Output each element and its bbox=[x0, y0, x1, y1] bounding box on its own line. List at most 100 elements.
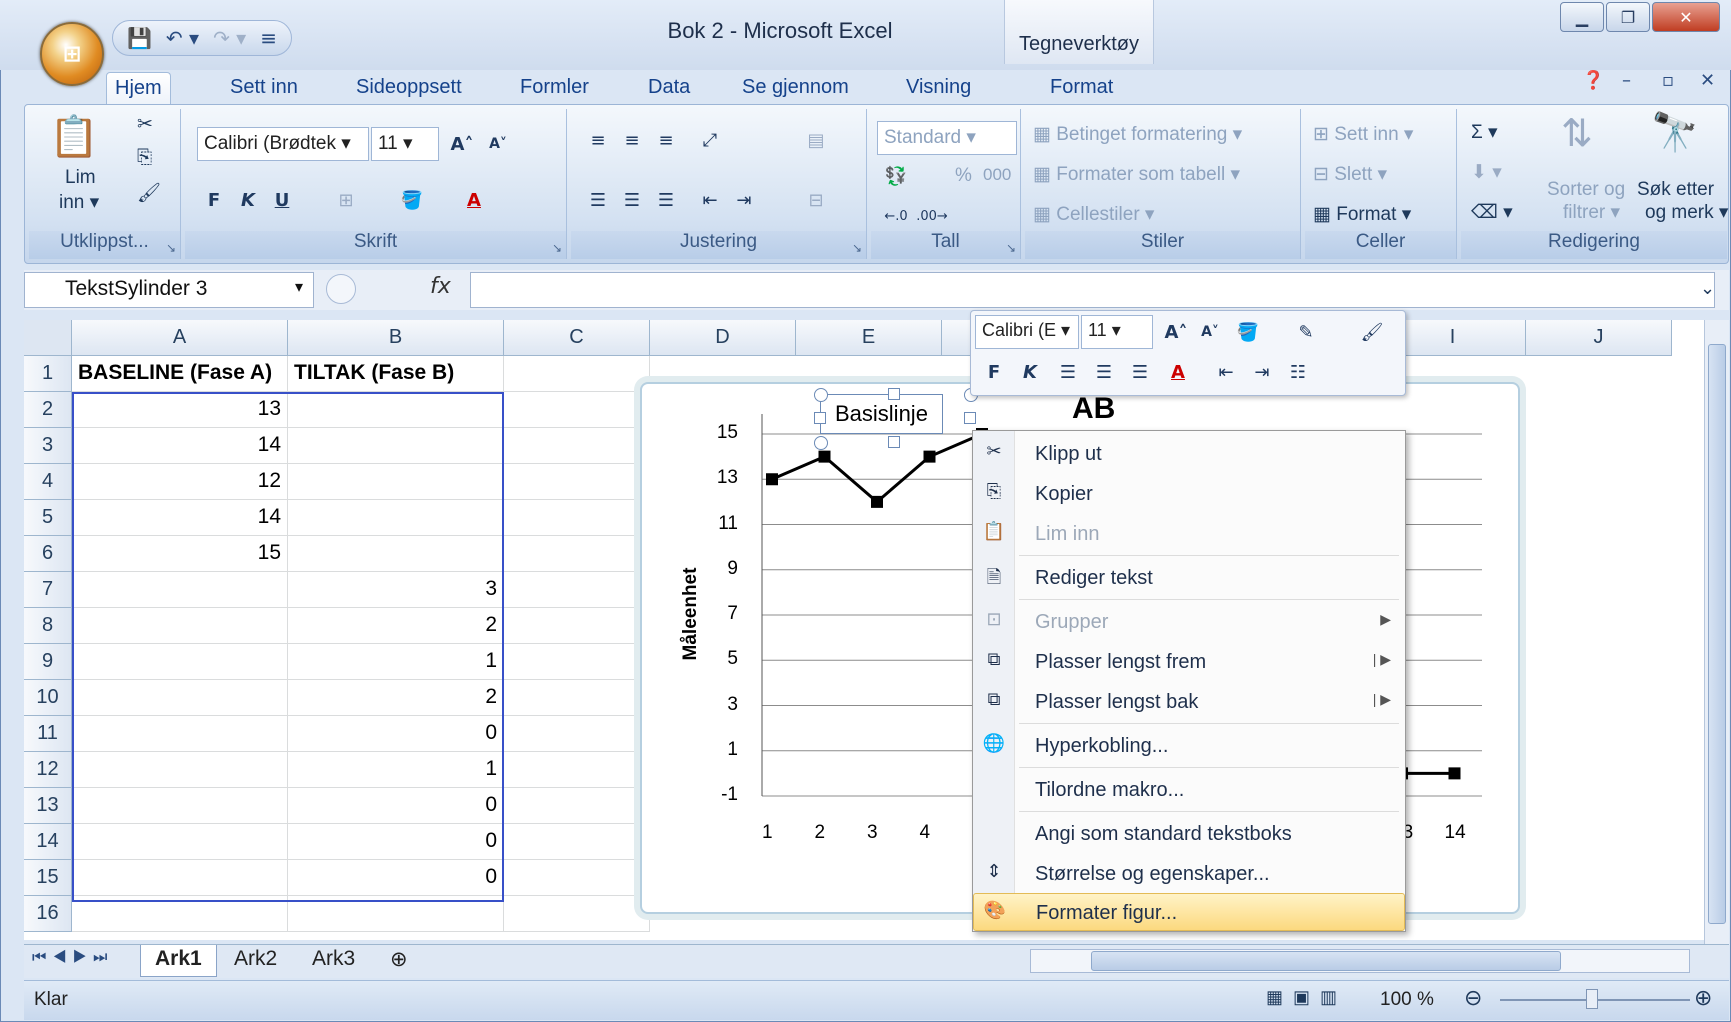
menu-item-assign-macro[interactable]: Tilordne makro... bbox=[973, 771, 1405, 809]
fill-color-icon[interactable]: 🪣 bbox=[397, 185, 427, 215]
column-header-c[interactable]: C bbox=[504, 320, 650, 356]
dialog-launcher-icon[interactable]: ↘ bbox=[166, 241, 176, 255]
insert-cells-button[interactable]: ⊞ Sett inn ▾ bbox=[1313, 123, 1413, 146]
mini-line-color-icon[interactable]: ✎ bbox=[1291, 317, 1321, 347]
percent-button[interactable]: % bbox=[955, 165, 972, 187]
tab-review[interactable]: Se gjennom bbox=[734, 72, 857, 104]
conditional-formatting-button[interactable]: ▦ Betinget formatering ▾ bbox=[1033, 123, 1242, 146]
mini-align-right-icon[interactable]: ☰ bbox=[1125, 357, 1155, 387]
cell-c5[interactable] bbox=[504, 500, 650, 536]
mini-align-center-icon[interactable]: ☰ bbox=[1089, 357, 1119, 387]
zoom-out-icon[interactable]: ⊖ bbox=[1464, 985, 1482, 1011]
find-select-label[interactable]: Søk etter bbox=[1637, 179, 1714, 201]
tab-home[interactable]: Hjem bbox=[106, 72, 171, 104]
clear-icon[interactable]: ⌫ ▾ bbox=[1471, 201, 1513, 224]
tab-view[interactable]: Visning bbox=[898, 72, 979, 104]
tab-insert[interactable]: Sett inn bbox=[222, 72, 306, 104]
chart-series-line[interactable] bbox=[771, 432, 983, 504]
cell-c7[interactable] bbox=[504, 572, 650, 608]
align-top-icon[interactable]: ≡ bbox=[583, 125, 613, 155]
save-icon[interactable]: 💾 bbox=[127, 26, 152, 50]
align-left-icon[interactable]: ☰ bbox=[583, 185, 613, 215]
menu-item-size-properties[interactable]: ⇕ Størrelse og egenskaper... bbox=[973, 855, 1405, 893]
menu-item-copy[interactable]: ⎘ Kopier bbox=[973, 475, 1405, 513]
menu-item-set-default-textbox[interactable]: Angi som standard tekstboks bbox=[973, 815, 1405, 853]
resize-handle[interactable] bbox=[964, 412, 976, 424]
mini-increase-indent-icon[interactable]: ⇥ bbox=[1247, 357, 1277, 387]
cell-b11[interactable]: 0 bbox=[288, 716, 504, 752]
horizontal-scrollbar-thumb[interactable] bbox=[1091, 951, 1561, 971]
close-doc-icon[interactable]: ✕ bbox=[1700, 70, 1715, 91]
tab-format[interactable]: Format bbox=[1042, 72, 1121, 104]
cell-b16[interactable] bbox=[288, 896, 504, 932]
format-as-table-button[interactable]: ▦ Formater som tabell ▾ bbox=[1033, 163, 1240, 186]
cell-c3[interactable] bbox=[504, 428, 650, 464]
cell-b12[interactable]: 1 bbox=[288, 752, 504, 788]
mini-decrease-indent-icon[interactable]: ⇤ bbox=[1211, 357, 1241, 387]
vertical-scrollbar[interactable] bbox=[1704, 320, 1729, 944]
cell-a4[interactable]: 12 bbox=[72, 464, 288, 500]
formula-toggle-icon[interactable] bbox=[326, 274, 356, 304]
number-format-combo[interactable]: Standard ▾ bbox=[877, 121, 1017, 155]
scrollbar-thumb[interactable] bbox=[1708, 344, 1726, 924]
cell-a1[interactable]: BASELINE (Fase A) bbox=[72, 356, 288, 392]
select-all-corner[interactable] bbox=[24, 320, 72, 356]
autosum-button[interactable]: Σ ▾ bbox=[1471, 121, 1498, 144]
insert-sheet-icon[interactable]: ⊕ bbox=[376, 945, 422, 977]
cell-b4[interactable] bbox=[288, 464, 504, 500]
undo-icon[interactable]: ↶ ▾ bbox=[166, 26, 199, 50]
row-header-13[interactable]: 13 bbox=[24, 788, 72, 824]
chart-data-point[interactable] bbox=[923, 450, 936, 463]
cell-c11[interactable] bbox=[504, 716, 650, 752]
mini-grow-font-icon[interactable]: A˄ bbox=[1161, 317, 1191, 347]
chart-data-point[interactable] bbox=[818, 450, 831, 463]
row-header-3[interactable]: 3 bbox=[24, 428, 72, 464]
zoom-in-icon[interactable]: ⊕ bbox=[1694, 985, 1712, 1011]
mini-font-color-icon[interactable]: A bbox=[1163, 357, 1193, 387]
column-header-d[interactable]: D bbox=[650, 320, 796, 356]
row-header-7[interactable]: 7 bbox=[24, 572, 72, 608]
row-header-10[interactable]: 10 bbox=[24, 680, 72, 716]
name-box[interactable]: TekstSylinder 3 ▾ bbox=[24, 272, 314, 308]
column-header-e[interactable]: E bbox=[796, 320, 942, 356]
wrap-text-icon[interactable]: ▤ bbox=[801, 125, 831, 155]
mini-bullets-icon[interactable]: ☷ bbox=[1283, 357, 1313, 387]
cell-a2[interactable]: 13 bbox=[72, 392, 288, 428]
restore-icon[interactable]: ❐ bbox=[1606, 2, 1650, 32]
close-icon[interactable]: ✕ bbox=[1652, 2, 1720, 32]
align-right-icon[interactable]: ☰ bbox=[651, 185, 681, 215]
format-painter-icon[interactable]: 🖌 bbox=[137, 181, 161, 205]
cell-a12[interactable] bbox=[72, 752, 288, 788]
cell-c6[interactable] bbox=[504, 536, 650, 572]
cell-c15[interactable] bbox=[504, 860, 650, 896]
cell-styles-button[interactable]: ▦ Cellestiler ▾ bbox=[1033, 203, 1154, 226]
align-center-icon[interactable]: ☰ bbox=[617, 185, 647, 215]
row-header-9[interactable]: 9 bbox=[24, 644, 72, 680]
font-color-icon[interactable]: A bbox=[459, 185, 489, 215]
shrink-font-icon[interactable]: A˅ bbox=[483, 129, 513, 159]
currency-icon[interactable]: 💱 bbox=[881, 161, 911, 191]
cell-c14[interactable] bbox=[504, 824, 650, 860]
cell-a6[interactable]: 15 bbox=[72, 536, 288, 572]
help-icon[interactable]: ❓ bbox=[1582, 70, 1604, 91]
mini-shrink-font-icon[interactable]: A˅ bbox=[1195, 317, 1225, 347]
tab-formulas[interactable]: Formler bbox=[512, 72, 597, 104]
cell-b7[interactable]: 3 bbox=[288, 572, 504, 608]
fill-icon[interactable]: ⬇ ▾ bbox=[1471, 161, 1502, 184]
cut-icon[interactable]: ✂ bbox=[137, 113, 153, 136]
cell-b3[interactable] bbox=[288, 428, 504, 464]
view-buttons-icon[interactable]: ▦▣▥ bbox=[1266, 987, 1347, 1008]
mini-italic-button[interactable]: K bbox=[1015, 357, 1045, 387]
sort-filter-label-2[interactable]: filtrer ▾ bbox=[1563, 201, 1620, 224]
horizontal-scrollbar[interactable] bbox=[1030, 949, 1690, 973]
cell-c2[interactable] bbox=[504, 392, 650, 428]
cell-c12[interactable] bbox=[504, 752, 650, 788]
borders-icon[interactable]: ⊞ bbox=[331, 185, 361, 215]
merge-center-icon[interactable]: ⊟ bbox=[801, 185, 831, 215]
menu-item-cut[interactable]: ✂ Klipp ut bbox=[973, 435, 1405, 473]
cell-b9[interactable]: 1 bbox=[288, 644, 504, 680]
decrease-indent-icon[interactable]: ⇤ bbox=[695, 185, 725, 215]
copy-icon[interactable]: ⎘ bbox=[137, 147, 152, 169]
dialog-launcher-icon[interactable]: ↘ bbox=[852, 241, 862, 255]
chart-data-point[interactable] bbox=[1448, 767, 1461, 780]
